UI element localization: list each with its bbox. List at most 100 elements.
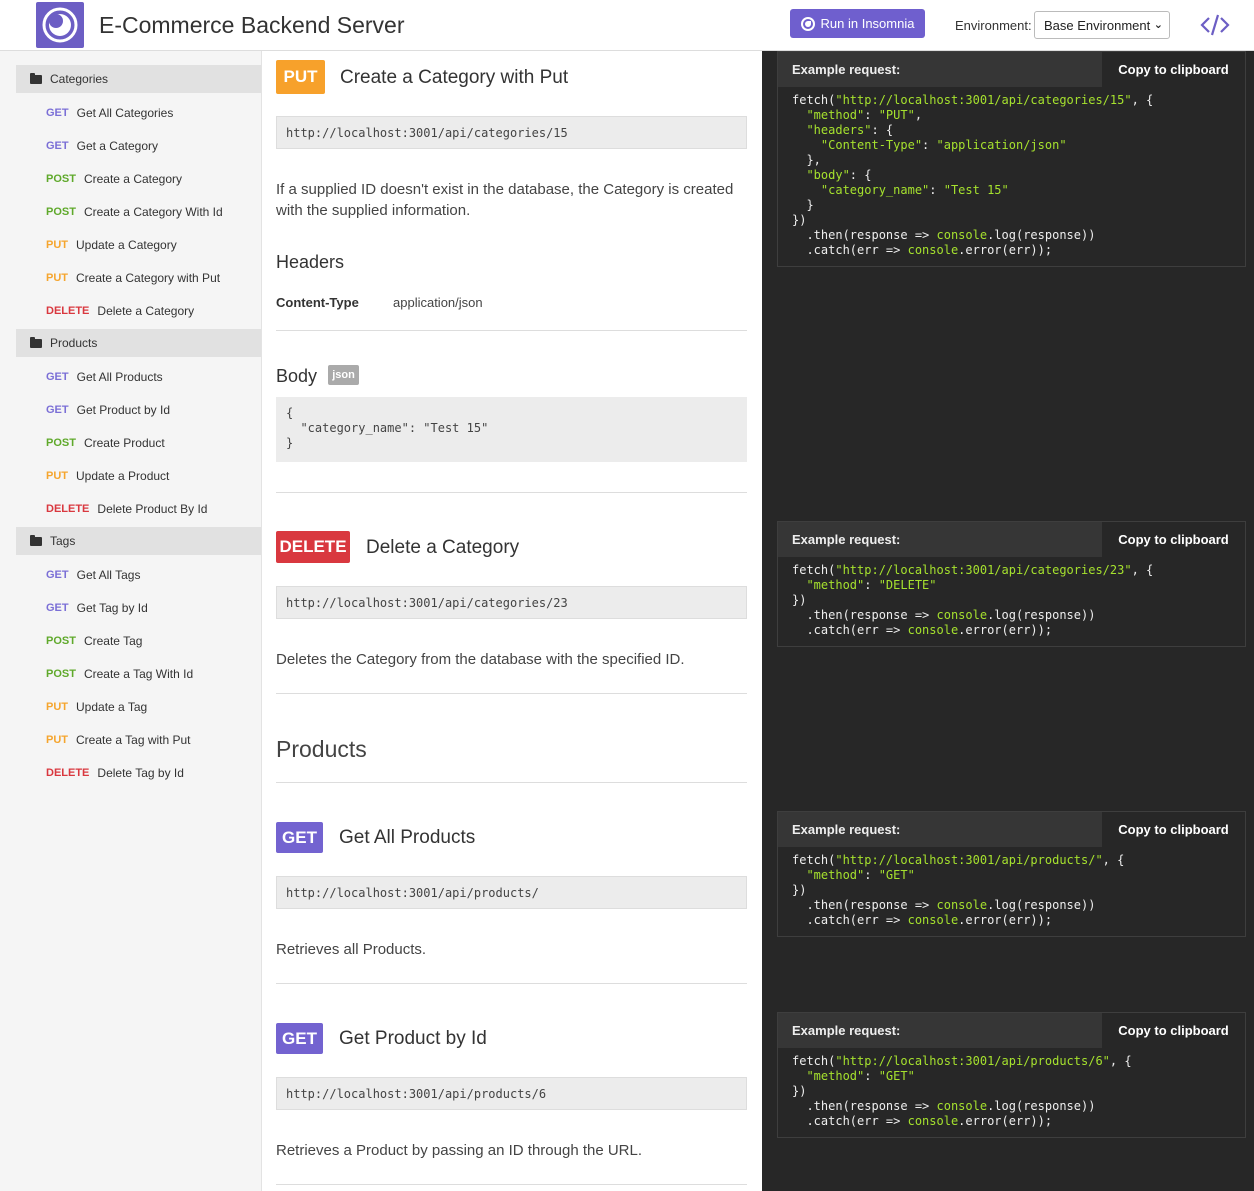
sidebar-item-update-a-category[interactable]: PUT Update a Category — [46, 235, 177, 255]
sidebar-item-update-a-tag[interactable]: PUT Update a Tag — [46, 697, 147, 717]
method-badge-put: PUT — [276, 60, 325, 94]
folder-icon — [30, 336, 42, 348]
endpoint-title: Get Product by Id — [339, 1028, 487, 1049]
code-string: console — [936, 898, 988, 912]
code-text: , { — [1131, 563, 1154, 577]
method-label: PUT — [46, 701, 68, 713]
code-text: : — [864, 578, 879, 592]
sidebar-item-label: Get Tag by Id — [76, 601, 148, 615]
example-header: Example request: Copy to clipboard — [778, 812, 1245, 847]
code-icon[interactable] — [1200, 12, 1230, 43]
copy-to-clipboard-button[interactable]: Copy to clipboard — [1102, 812, 1245, 847]
sidebar: Categories GET Get All Categories GET Get … — [0, 51, 262, 1191]
divider — [276, 330, 747, 331]
copy-to-clipboard-button[interactable]: Copy to clipboard — [1102, 52, 1245, 87]
code-text: : — [864, 1069, 879, 1083]
run-icon — [800, 16, 815, 31]
insomnia-logo-icon — [36, 2, 84, 48]
method-label: PUT — [46, 239, 68, 251]
endpoint-url: http://localhost:3001/api/categories/23 — [276, 586, 747, 619]
divider — [276, 1184, 747, 1185]
code-string: "method" — [792, 1069, 865, 1083]
code-text: fetch( — [792, 853, 836, 867]
code-text: .then(response => — [792, 898, 937, 912]
sidebar-group-label: Products — [50, 336, 98, 350]
body-heading: Body — [276, 366, 318, 386]
code-string: "method" — [792, 578, 865, 592]
sidebar-item-get-a-category[interactable]: GET Get a Category — [46, 136, 158, 156]
sidebar-item-get-all-products[interactable]: GET Get All Products — [46, 367, 163, 387]
sidebar-item-update-a-product[interactable]: PUT Update a Product — [46, 466, 169, 486]
method-badge-get: GET — [276, 1023, 323, 1054]
examples-panel: Example request: Copy to clipboard fetch… — [762, 51, 1254, 1191]
method-label: POST — [46, 173, 76, 185]
app-title: E-Commerce Backend Server — [99, 12, 405, 38]
code-string: "http://localhost:3001/api/products/6" — [835, 1054, 1110, 1068]
sidebar-item-label: Get All Tags — [76, 568, 141, 582]
run-in-insomnia-button[interactable]: Run in Insomnia — [790, 9, 925, 38]
sidebar-item-create-a-tag-with-put[interactable]: PUT Create a Tag with Put — [46, 730, 191, 750]
sidebar-item-label: Get All Products — [76, 370, 163, 384]
sidebar-item-label: Create Product — [83, 436, 165, 450]
code-text: .log(response)) — [987, 608, 1096, 622]
code-string: "http://localhost:3001/api/categories/15… — [835, 93, 1132, 107]
sidebar-item-get-product-by-id[interactable]: GET Get Product by Id — [46, 400, 170, 420]
sidebar-item-create-a-category[interactable]: POST Create a Category — [46, 169, 182, 189]
example-label: Example request: — [792, 62, 901, 77]
code-string: "body" — [792, 168, 850, 182]
sidebar-group-categories[interactable]: Categories — [16, 65, 261, 93]
endpoint-description: Retrieves all Products. — [276, 941, 427, 958]
sidebar-item-label: Get Product by Id — [76, 403, 171, 417]
code-text: .log(response)) — [987, 898, 1096, 912]
main-content: PUT Create a Category with Put http://lo… — [262, 51, 762, 1191]
sidebar-group-products[interactable]: Products — [16, 329, 261, 357]
example-code: fetch("http://localhost:3001/api/product… — [778, 847, 1245, 936]
sidebar-group-tags[interactable]: Tags — [16, 527, 261, 555]
copy-to-clipboard-button[interactable]: Copy to clipboard — [1102, 522, 1245, 557]
code-text: }) — [792, 213, 807, 227]
code-text: fetch( — [792, 1054, 836, 1068]
sidebar-item-get-tag-by-id[interactable]: GET Get Tag by Id — [46, 598, 148, 618]
sidebar-item-create-product[interactable]: POST Create Product — [46, 433, 165, 453]
example-request-card: Example request: Copy to clipboard fetch… — [777, 51, 1246, 267]
sidebar-item-get-all-categories[interactable]: GET Get All Categories — [46, 103, 173, 123]
header-key: Content-Type — [276, 295, 359, 310]
method-label: PUT — [46, 470, 68, 482]
environment-select[interactable]: Base Environment ⌄ — [1034, 11, 1170, 39]
copy-to-clipboard-button[interactable]: Copy to clipboard — [1102, 1013, 1245, 1048]
sidebar-item-delete-a-category[interactable]: DELETE Delete a Category — [46, 301, 194, 321]
endpoint-title: Create a Category with Put — [340, 67, 569, 88]
code-text: .log(response)) — [987, 1099, 1096, 1113]
code-string: "category_name" — [792, 183, 930, 197]
code-text: .then(response => — [792, 228, 937, 242]
sidebar-item-label: Update a Product — [76, 469, 170, 483]
sidebar-item-create-tag[interactable]: POST Create Tag — [46, 631, 142, 651]
code-string: "http://localhost:3001/api/products/" — [835, 853, 1103, 867]
sidebar-item-label: Delete Tag by Id — [97, 766, 184, 780]
code-text: .catch(err => — [792, 913, 908, 927]
sidebar-item-label: Update a Category — [76, 238, 177, 252]
sidebar-item-delete-product-by-id[interactable]: DELETE Delete Product By Id — [46, 499, 207, 519]
method-label: GET — [46, 602, 69, 614]
sidebar-item-create-a-category-with-id[interactable]: POST Create a Category With Id — [46, 202, 223, 222]
sidebar-item-get-all-tags[interactable]: GET Get All Tags — [46, 565, 140, 585]
endpoint-description: Deletes the Category from the database w… — [276, 651, 685, 668]
code-text: }) — [792, 593, 807, 607]
sidebar-item-label: Delete a Category — [97, 304, 195, 318]
top-header: E-Commerce Backend Server Run in Insomni… — [0, 0, 1254, 51]
endpoint-url: http://localhost:3001/api/products/ — [276, 876, 747, 909]
method-label: DELETE — [46, 767, 90, 779]
code-text: fetch( — [792, 93, 836, 107]
code-text: .log(response)) — [987, 228, 1096, 242]
json-badge: json — [328, 365, 359, 385]
sidebar-item-delete-tag-by-id[interactable]: DELETE Delete Tag by Id — [46, 763, 184, 783]
endpoint-url: http://localhost:3001/api/products/6 — [276, 1077, 747, 1110]
endpoint-description: If a supplied ID doesn't exist in the da… — [276, 181, 734, 219]
method-label: DELETE — [46, 305, 90, 317]
sidebar-item-create-a-tag-with-id[interactable]: POST Create a Tag With Id — [46, 664, 193, 684]
code-text: , — [914, 108, 923, 122]
code-text: : { — [849, 168, 872, 182]
sidebar-item-create-a-category-with-put[interactable]: PUT Create a Category with Put — [46, 268, 220, 288]
example-label: Example request: — [792, 532, 901, 547]
sidebar-item-label: Create a Tag With Id — [83, 667, 194, 681]
